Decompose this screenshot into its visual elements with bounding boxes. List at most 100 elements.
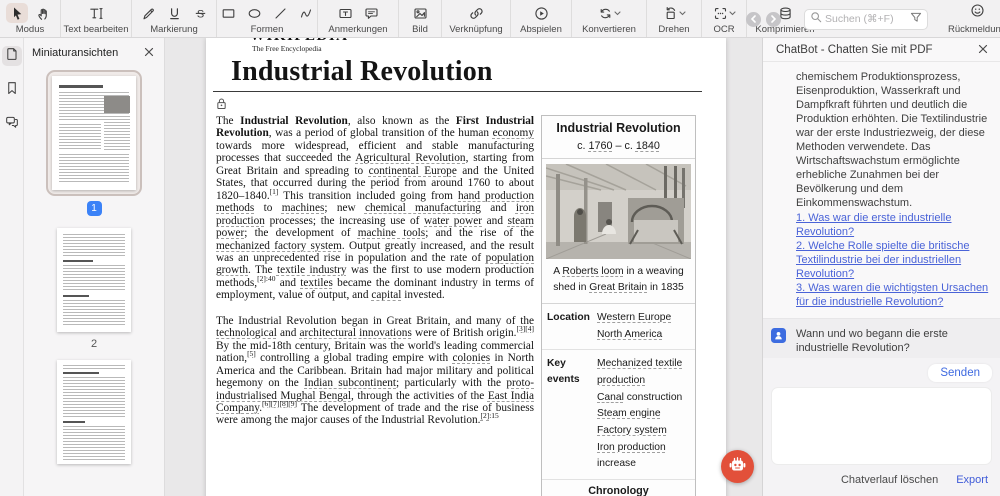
highlight-pen-button[interactable] xyxy=(137,3,159,23)
play-button[interactable] xyxy=(530,3,552,23)
article-body: The Industrial Revolution, also known as… xyxy=(206,115,726,496)
article-link[interactable]: Canal xyxy=(597,392,624,403)
link-button[interactable] xyxy=(465,3,487,23)
article-link[interactable]: architectural innovations xyxy=(300,327,412,339)
nav-back-button[interactable] xyxy=(746,10,761,28)
toolbar-group-bild: Bild xyxy=(399,0,441,37)
cursor-mode-button[interactable] xyxy=(6,3,28,23)
convert-button[interactable] xyxy=(594,3,624,23)
sidebar-close-button[interactable] xyxy=(142,46,156,60)
hand-mode-button[interactable] xyxy=(32,3,54,23)
toolbar-group-label: Formen xyxy=(250,24,284,35)
reference-link[interactable]: [6][7][8][9] xyxy=(262,399,297,408)
infobox-row-label: Key events xyxy=(547,358,580,385)
search-box[interactable] xyxy=(804,8,928,30)
clear-chat-button[interactable]: Chatverlauf löschen xyxy=(841,474,938,486)
chat-link[interactable]: 2. Welche Rolle spielte die britische Te… xyxy=(796,239,990,281)
page-thumbnail-2[interactable]: 2 xyxy=(24,228,164,350)
text-segment: ; new xyxy=(324,202,365,215)
rectangle-icon xyxy=(221,6,236,21)
page-thumbnail-1[interactable]: 1 xyxy=(24,64,164,216)
comment-annotation-button[interactable] xyxy=(360,3,382,23)
ellipse-shape-button[interactable] xyxy=(243,3,265,23)
chat-input[interactable] xyxy=(771,387,992,465)
search-input[interactable] xyxy=(825,13,910,25)
article-link[interactable]: 1760 xyxy=(588,140,612,152)
page-thumbnail-3[interactable] xyxy=(24,360,164,464)
article-link[interactable]: capital xyxy=(371,289,401,301)
export-chat-button[interactable]: Export xyxy=(956,474,988,486)
toolbar-group-label: Konvertieren xyxy=(582,24,636,35)
chevron-left-icon xyxy=(750,10,757,28)
line-shape-button[interactable] xyxy=(269,3,291,23)
feedback-label: Rückmeldung xyxy=(947,24,1000,35)
chatbot-fab-button[interactable] xyxy=(721,450,754,483)
thumbnail-page-preview xyxy=(57,360,131,464)
article-link[interactable]: technological xyxy=(216,327,277,339)
rotate-button[interactable] xyxy=(659,3,689,23)
article-link[interactable]: mechanized factory system xyxy=(216,240,342,252)
reference-link: :15 xyxy=(489,411,499,421)
article-link[interactable]: Indian subcontinent xyxy=(304,377,396,389)
article-link[interactable]: Steam engine xyxy=(597,408,661,419)
comment-icon xyxy=(364,6,379,21)
article-link[interactable]: Agricultural Revolution xyxy=(355,152,465,164)
freehand-shape-button[interactable] xyxy=(295,3,317,23)
article-link[interactable]: machine tools xyxy=(358,227,425,239)
article-link[interactable]: North America xyxy=(597,329,662,340)
article-link[interactable]: Western Europe xyxy=(597,312,671,323)
nav-forward-button[interactable] xyxy=(766,11,781,27)
chat-link[interactable]: 1. Was war die erste industrielle Revolu… xyxy=(796,211,990,239)
text-segment: processes; the increasing use of xyxy=(264,214,425,227)
page-protection xyxy=(216,97,726,110)
reference-link[interactable]: [5] xyxy=(247,349,256,358)
article-link[interactable]: Factory system xyxy=(597,425,667,436)
underline-button[interactable] xyxy=(163,3,185,23)
article-link[interactable]: 1840 xyxy=(636,140,660,152)
infobox-row-label: Location xyxy=(547,311,590,323)
chat-history[interactable]: chemischem Produktionsprozess, Eisenprod… xyxy=(763,62,1000,358)
text-annotation-button[interactable] xyxy=(334,3,356,23)
thumbnail-page-preview xyxy=(57,228,131,332)
bookmarks-panel-button[interactable] xyxy=(2,80,22,100)
article-link[interactable]: textiles xyxy=(300,277,333,289)
strikethrough-button[interactable]: S xyxy=(189,3,211,23)
play-icon xyxy=(534,6,549,21)
article-link[interactable]: Iron production xyxy=(597,442,666,453)
article-link[interactable]: machines xyxy=(282,202,325,214)
reference-link[interactable]: [3][4] xyxy=(516,324,534,333)
article-link[interactable]: colonies xyxy=(453,352,491,364)
article-link[interactable]: continental Europe xyxy=(369,165,457,177)
article-link[interactable]: Roberts loom xyxy=(562,266,623,277)
text-segment: Industrial Revolution xyxy=(240,115,348,127)
document-viewport[interactable]: WIKIPEDIA The Free Encyclopedia Industri… xyxy=(165,38,762,496)
rectangle-shape-button[interactable] xyxy=(217,3,239,23)
article-link[interactable]: chemical manufacturing xyxy=(365,202,481,214)
feedback-button[interactable]: Rückmeldung xyxy=(948,3,1000,35)
infobox-caption: A Roberts loom in a weaving shed in Grea… xyxy=(542,262,695,304)
thumbnails-panel-button[interactable] xyxy=(1,46,22,66)
edit-text-button[interactable] xyxy=(85,3,107,23)
text-segment: , also known as the xyxy=(347,115,456,127)
filter-icon[interactable] xyxy=(910,10,922,28)
annotations-panel-button[interactable] xyxy=(2,114,22,134)
hand-icon xyxy=(36,6,51,21)
send-button[interactable]: Senden xyxy=(928,364,992,382)
chatbot-close-button[interactable] xyxy=(976,43,990,57)
weaving-shed-photo[interactable] xyxy=(546,164,691,259)
ocr-button[interactable] xyxy=(709,3,739,23)
insert-image-button[interactable] xyxy=(409,3,431,23)
infobox-value: Factory system xyxy=(597,423,690,440)
ellipse-icon xyxy=(247,6,262,21)
toolbar-group-label: Abspielen xyxy=(520,24,562,35)
reference-link[interactable]: [2] xyxy=(480,412,489,421)
article-link[interactable]: water power xyxy=(424,215,482,227)
text-segment: , was a period of global transition of t… xyxy=(268,127,493,140)
text-segment: The xyxy=(216,115,241,127)
chat-link[interactable]: 3. Was waren die wichtigsten Ursachen fü… xyxy=(796,281,990,309)
article-link[interactable]: Great Britain xyxy=(589,282,647,293)
article-link[interactable]: Mechanized textile production xyxy=(597,358,682,386)
article-link[interactable]: textile industry xyxy=(277,264,347,276)
article-link[interactable]: economy xyxy=(493,127,534,139)
reference-link[interactable]: [2] xyxy=(257,274,266,283)
